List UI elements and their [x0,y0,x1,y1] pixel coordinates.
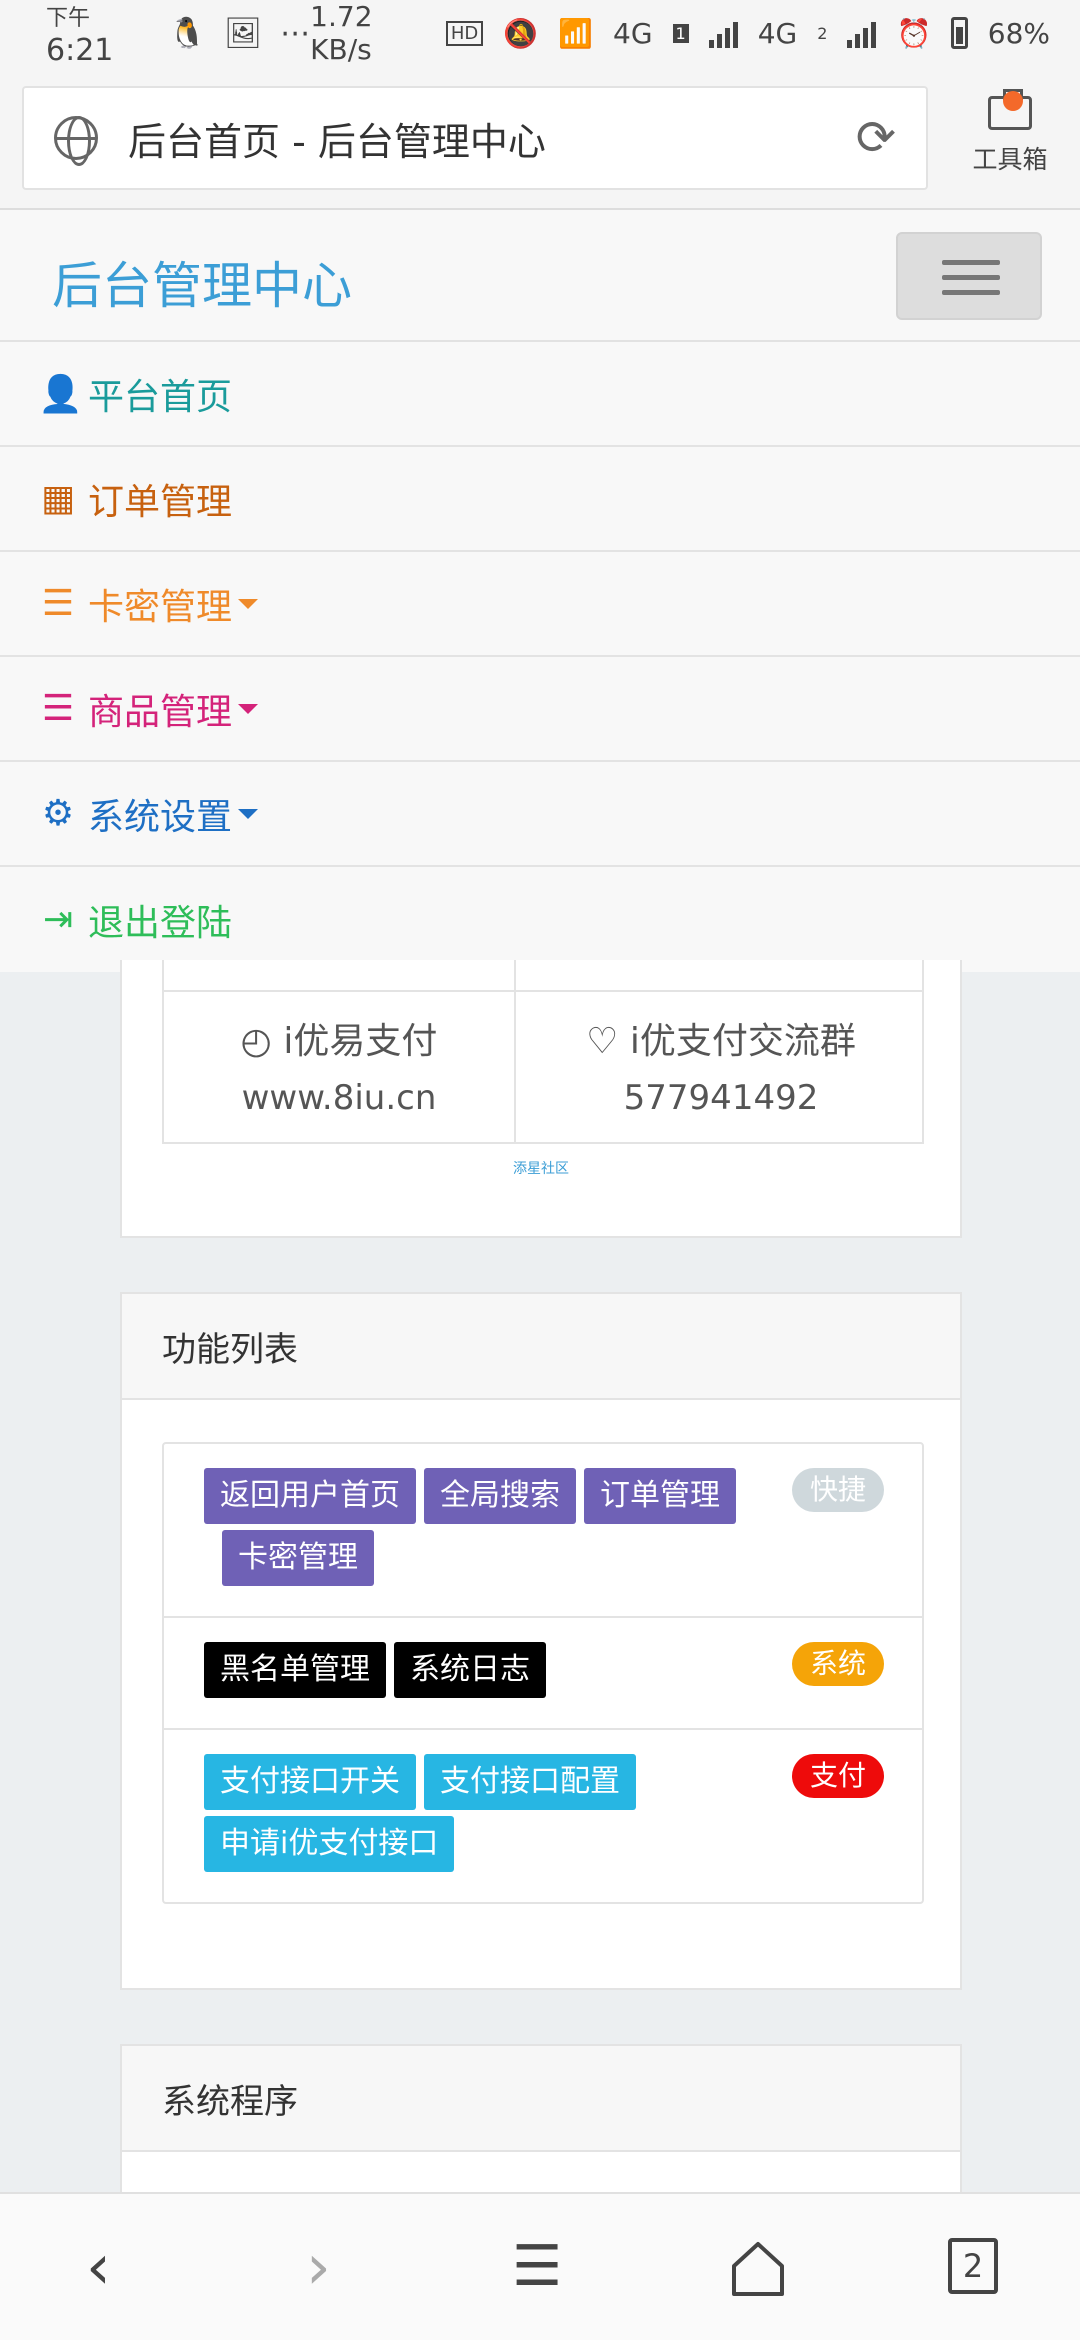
sponsor-name: i优易支付 [283,1021,438,1062]
more-icon: ⋯ [280,15,311,51]
home-icon[interactable] [730,2240,786,2298]
menu-item-home[interactable]: 👤 平台首页 [0,342,1080,447]
signal-icon-2 [847,18,877,48]
wifi-icon: 📶 [558,16,594,50]
apply-payment-button[interactable]: 申请i优支付接口 [204,1816,455,1872]
address-bar[interactable]: 后台首页 - 后台管理中心 ⟳ [22,86,928,190]
list-item: 返回用户首页 全局搜索 订单管理 卡密管理 快捷 [164,1444,922,1618]
list-icon: ☰ [41,583,75,624]
user-home-button[interactable]: 返回用户首页 [204,1468,416,1524]
payment-switch-button[interactable]: 支付接口开关 [204,1754,416,1810]
function-list: 返回用户首页 全局搜索 订单管理 卡密管理 快捷 黑名单管理 系统日志 系统 支付接口… [162,1442,924,1904]
category-badge: 支付 [791,1754,884,1798]
browser-bottom-bar: ‹ › ☰ 2 [0,2192,1080,2340]
gear-icon: ⚙ [41,793,75,834]
menu-item-orders[interactable]: ▦ 订单管理 [0,447,1080,552]
order-manage-button[interactable]: 订单管理 [584,1468,736,1524]
payment-config-button[interactable]: 支付接口配置 [424,1754,636,1810]
back-icon[interactable]: ‹ [86,2234,111,2300]
calendar-icon: ▦ [40,478,75,519]
list-icon: ☰ [41,688,75,729]
card-heading: 系统程序 [122,2046,960,2152]
status-bar: 下午6:21 🐧 🖼 ⋯ 1.72 KB/s HD 🔕 📶 4G 1 4G 2 … [0,0,1080,68]
category-badge: 快捷 [791,1468,884,1512]
menu-item-products[interactable]: ☰ 商品管理 [0,657,1080,762]
reload-icon[interactable]: ⟳ [856,110,896,166]
toolbox-button[interactable]: 工具箱 [960,89,1060,176]
list-item: 黑名单管理 系统日志 系统 [164,1618,922,1730]
community-link[interactable]: 添星社区 [122,1158,960,1178]
category-badge: 系统 [791,1642,884,1686]
card-manage-button[interactable]: 卡密管理 [222,1530,374,1586]
sponsor-table: ◴ i优易支付 www.8iu.cn ♡ i优支付交流群 577941492 [162,960,924,1144]
browser-toolbar: 后台首页 - 后台管理中心 ⟳ 工具箱 [0,66,1080,210]
sponsor-cell-group[interactable]: ♡ i优支付交流群 577941492 [516,1012,926,1118]
menu-item-settings[interactable]: ⚙ 系统设置 [0,762,1080,867]
globe-icon [54,116,98,166]
info-card: ◴ i优易支付 www.8iu.cn ♡ i优支付交流群 577941492 添… [120,960,962,1238]
mute-icon: 🔕 [503,16,539,50]
sim2-label: 2 [817,23,828,43]
brand-title[interactable]: 后台管理中心 [52,246,352,318]
caret-down-icon [238,598,259,609]
network-speed: 1.72 KB/s [310,0,373,66]
alarm-icon: ⏰ [896,16,932,50]
menu-item-label: 系统设置 [88,796,233,838]
function-list-card: 功能列表 返回用户首页 全局搜索 订单管理 卡密管理 快捷 黑名单管理 系统日志 系统… [120,1292,962,1990]
sponsor-url[interactable]: www.8iu.cn [164,1078,514,1118]
menu-item-label: 卡密管理 [88,586,233,628]
clock: 下午6:21 [46,6,114,68]
heart-icon: ♡ [586,1021,619,1062]
blacklist-button[interactable]: 黑名单管理 [204,1642,386,1698]
nav-menu: 👤 平台首页 ▦ 订单管理 ☰ 卡密管理 ☰ 商品管理 ⚙ 系统设置 ⇥ 退出登… [0,342,1080,972]
menu-item-label: 商品管理 [88,691,233,733]
system-log-button[interactable]: 系统日志 [394,1642,546,1698]
battery-icon [951,17,968,49]
dashboard-icon: ◴ [240,1021,272,1062]
notification-dot [1003,91,1023,111]
hd-badge: HD [445,20,484,46]
menu-item-cards[interactable]: ☰ 卡密管理 [0,552,1080,657]
menu-icon[interactable]: ☰ [512,2234,562,2300]
list-item: 支付接口开关 支付接口配置 申请i优支付接口 支付 [164,1730,922,1902]
menu-toggle-button[interactable] [896,232,1042,320]
battery-level: 68% [987,16,1050,50]
briefcase-icon [988,89,1032,130]
site-navbar: 后台管理中心 [0,210,1080,342]
user-icon: 👤 [38,373,83,415]
caret-down-icon [238,703,259,714]
page-title: 后台首页 - 后台管理中心 [128,119,546,164]
image-icon: 🖼 [224,15,263,51]
network-label-1: 4G [613,16,653,50]
forward-icon[interactable]: › [306,2234,331,2300]
card-heading: 功能列表 [122,1294,960,1400]
sim1-label: 1 [672,23,689,43]
signal-icon-1 [708,18,738,48]
network-label-2: 4G [757,16,798,50]
sponsor-cell-pay[interactable]: ◴ i优易支付 www.8iu.cn [164,1012,514,1118]
global-search-button[interactable]: 全局搜索 [424,1468,576,1524]
menu-item-label: 订单管理 [88,481,233,523]
menu-item-logout[interactable]: ⇥ 退出登陆 [0,867,1080,972]
toolbox-label: 工具箱 [972,145,1048,174]
menu-item-label: 退出登陆 [88,902,233,944]
tabs-count-button[interactable]: 2 [948,2238,998,2294]
logout-icon: ⇥ [42,899,74,940]
sponsor-name: i优支付交流群 [629,1021,856,1062]
menu-item-label: 平台首页 [88,376,233,418]
group-number: 577941492 [623,1078,819,1118]
caret-down-icon [238,808,259,819]
qq-icon: 🐧 [168,15,207,51]
